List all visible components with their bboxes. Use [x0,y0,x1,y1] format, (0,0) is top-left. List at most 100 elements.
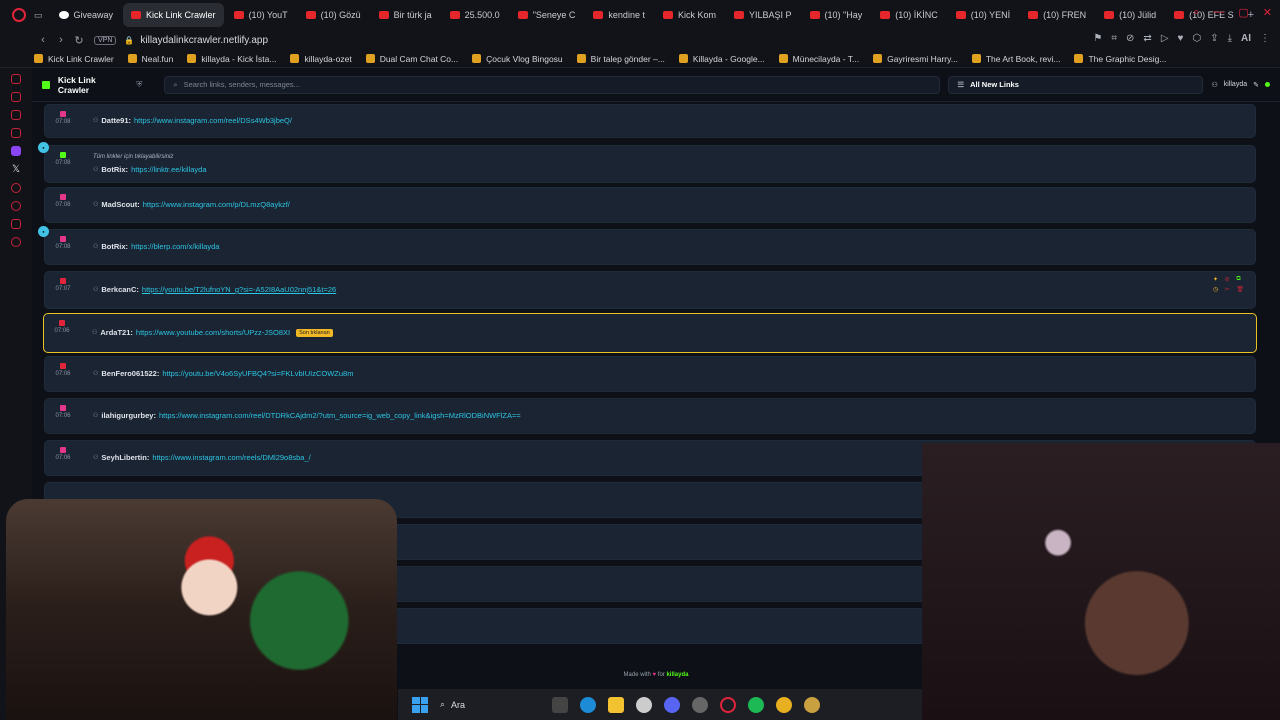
workspaces-icon[interactable]: ▭ [34,10,43,21]
windows-start-icon[interactable] [412,696,428,713]
bookmark-item[interactable]: killayda-ozet [290,54,352,64]
link-url[interactable]: https://www.youtube.com/shorts/UPzz-JSO8… [136,328,290,337]
discord-icon[interactable] [664,696,680,713]
chrome-icon[interactable] [776,696,792,713]
edge-icon[interactable] [580,696,596,713]
extensions-icon[interactable]: ⬡ [1192,33,1201,44]
browser-tab[interactable]: YILBAŞI P [726,3,800,27]
link-row[interactable]: 07:08 ⚇ Datte91: https://www.instagram.com/… [44,104,1256,138]
link-url[interactable]: https://youtu.be/T2lufnoYN_g?si=-A52I8Aa… [142,285,336,294]
delete-icon[interactable]: 🗑 [1236,286,1245,293]
vpn-badge[interactable]: VPN [94,35,117,45]
steam-icon[interactable] [636,696,652,713]
bookmark-item[interactable]: Münecilayda - T... [778,54,859,64]
edit-icon[interactable]: ✎ [1253,81,1259,89]
x-twitter-icon[interactable]: 𝕏 [12,164,20,175]
obs-icon[interactable] [692,696,708,713]
link-row[interactable]: ● 07:08 ⚇ BotRix: https://blerp.com/x/killay… [38,226,1256,265]
browser-tab[interactable]: (10) "Hay [802,3,871,27]
download-icon[interactable]: ⤓ [1228,33,1232,44]
timeout-icon[interactable]: ◷ [1213,286,1222,293]
link-row[interactable]: 07:07 ⚇ BerkcanC: https://youtu.be/T2lufnoY… [44,271,1256,309]
pin-icon[interactable]: ✦ [1213,276,1222,283]
bookmark-item[interactable]: Kick Link Crawler [34,54,114,64]
link-url[interactable]: https://www.instagram.com/reel/DSs4Wb3jb… [134,116,292,125]
opera-taskbar-icon[interactable] [720,696,736,713]
twitch-icon[interactable] [11,146,21,156]
browser-tab[interactable]: (10) FREN [1020,3,1094,27]
link-url[interactable]: https://youtu.be/V4o6SyUFBQ4?si=FKLvbIUI… [162,369,353,378]
bookmark-item[interactable]: Neal.fun [127,54,173,64]
sidebar-news-icon[interactable] [11,128,21,138]
spotify-icon[interactable] [748,696,764,713]
sidebar-opera-icon[interactable] [11,74,21,84]
link-row[interactable]: 07:06 ⚇ ArdaT21: https://www.youtube.com/sh… [43,313,1257,353]
browser-tab[interactable]: (10) Jülid [1096,3,1164,27]
link-row[interactable]: 07:08 ⚇ MadScout: https://www.instagram.com… [44,187,1256,223]
share-icon[interactable]: ⇪ [1210,33,1218,44]
opera-logo-icon[interactable] [12,8,26,22]
bookmark-item[interactable]: Bir talep gönder –... [576,54,665,64]
browser-tab[interactable]: (10) YouT [226,3,296,27]
settings-icon[interactable] [11,237,21,247]
bookmark-item[interactable]: The Art Book, revi... [971,54,1060,64]
taskview-icon[interactable] [552,696,568,713]
link-url[interactable]: https://www.instagram.com/p/DLmzQ8aykzf/ [143,200,290,209]
filter-select[interactable]: ☰ All New Links [948,75,1204,94]
link-row[interactable]: 07:06 ⚇ BenFero061522: https://youtu.be/V4o… [44,356,1256,392]
ban-icon[interactable]: ⊘ [1225,276,1234,283]
sidebar-aria-icon[interactable] [11,92,21,102]
adblock-icon[interactable]: ⊘ [1126,33,1134,44]
bookmark-item[interactable]: The Graphic Desig... [1074,54,1166,64]
link-row[interactable]: 07:06 ⚇ ilahigurgurbey: https://www.instagr… [44,398,1256,434]
browser-tab[interactable]: Bir türk ja [371,3,440,27]
browser-tab[interactable]: (10) İKİNC [872,3,946,27]
link-url[interactable]: https://www.instagram.com/reels/DMl29o8s… [152,453,310,462]
browser-tab[interactable]: (10) YENİ [948,3,1018,27]
heart-icon[interactable]: ♥ [1178,33,1184,44]
bookmark-icon[interactable]: ⚑ [1093,33,1102,44]
sidebar-gx-icon[interactable] [11,110,21,120]
snapshot-icon[interactable]: ⌗ [1111,33,1117,44]
reload-icon[interactable]: ↻ [70,34,88,47]
bookmark-item[interactable]: killayda - Kick İsta... [187,54,276,64]
link-url[interactable]: https://blerp.com/x/killayda [131,242,219,251]
open-link-icon[interactable]: ⧉ [1236,276,1245,283]
menu-icon[interactable]: ⋮ [1260,33,1270,44]
url-field[interactable]: killaydalinkcrawler.netlify.app [140,35,268,46]
taskbar-search[interactable]: ⌕ Ara [440,699,540,710]
browser-tab[interactable]: Kick Kom [655,3,724,27]
link-row[interactable]: ● 07:08 Tüm linkler için tıklayabilirsiniz… [38,142,1256,183]
forward-icon[interactable]: › [52,34,70,46]
minimize-icon[interactable]: — [1213,6,1224,19]
bookmark-item[interactable]: Dual Cam Chat Co... [365,53,459,64]
player-icon[interactable] [11,183,21,193]
translate-icon[interactable]: ⇄ [1143,33,1151,44]
browser-tab[interactable]: kendine t [585,3,653,27]
bookmark-item[interactable]: Çocuk Vlog Bingosu [472,54,563,64]
browser-tab[interactable]: "Seneye C [510,3,584,27]
shield-icon[interactable]: ⛨ [136,80,142,90]
file-explorer-icon[interactable] [608,696,624,713]
search-tabs-icon[interactable]: ⌕ [1193,6,1199,19]
browser-tab[interactable]: 25.500.0 [442,3,508,27]
back-icon[interactable]: ‹ [34,34,52,46]
pinboard-icon[interactable] [11,219,21,229]
bookmark-label: Dual Cam Chat Co... [379,53,459,64]
link-url[interactable]: https://www.instagram.com/reel/DTDRkCAjd… [159,411,521,420]
close-icon[interactable]: ✕ [1263,6,1272,19]
ai-button[interactable]: AI [1241,33,1251,44]
bookmark-item[interactable]: Gayriresmi Harry... [873,54,958,64]
history-icon[interactable] [11,201,21,211]
browser-tab[interactable]: (10) Gözü [298,3,369,27]
search-input[interactable]: ⌕ Search links, senders, messages... [164,75,941,94]
browser-tab[interactable]: Giveaway [51,3,122,27]
maximize-icon[interactable]: ▢ [1238,6,1248,19]
browser-tab[interactable]: Kick Link Crawler [123,3,224,27]
bookmark-item[interactable]: Killayda - Google... [678,54,765,64]
league-icon[interactable] [804,696,820,713]
play-icon[interactable]: ▷ [1161,33,1169,44]
mute-icon[interactable]: ✂ [1225,286,1234,293]
user-badge[interactable]: ⚇ killayda ✎ [1211,81,1270,89]
link-url[interactable]: https://linktr.ee/killayda [131,165,206,174]
